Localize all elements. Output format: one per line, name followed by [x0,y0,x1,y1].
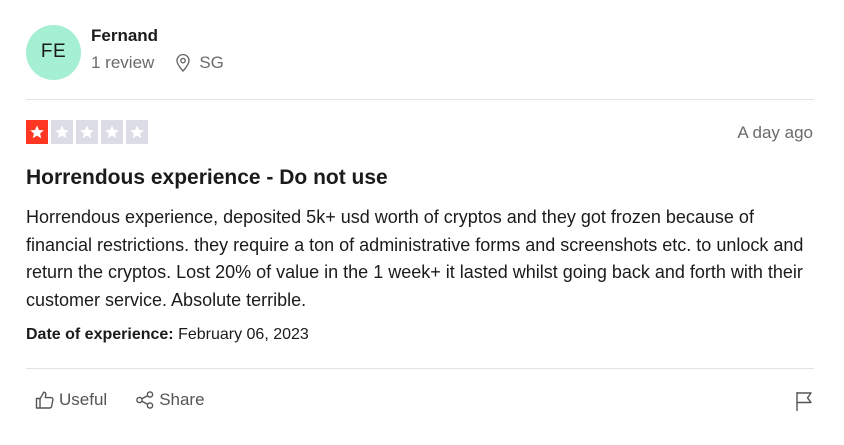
thumbs-up-icon [35,391,54,409]
star-icon [105,125,119,139]
share-button[interactable]: Share [135,390,205,410]
report-button[interactable] [794,390,814,417]
reviewer-meta: 1 review SG [91,53,224,73]
avatar-initials: FE [40,41,67,62]
star-icon [55,125,69,139]
star-filled [26,120,48,144]
star-empty [101,120,123,144]
review-date: A day ago [737,123,813,142]
star-empty [126,120,148,144]
star-icon [130,125,144,139]
flag-icon [796,392,812,411]
date-of-experience-value: February 06, 2023 [178,326,309,343]
share-label: Share [159,390,205,409]
avatar[interactable]: FE [26,24,81,80]
reviewer-location: SG [199,53,224,72]
date-of-experience: Date of experience: February 06, 2023 [26,326,309,344]
reviewer-name[interactable]: Fernand [91,26,224,46]
map-pin-icon [175,54,191,72]
review-count: 1 review [91,53,155,72]
useful-button[interactable]: Useful [35,390,107,410]
reviewer-info: Fernand 1 review SG [91,26,224,73]
star-rating [26,120,148,144]
reviewer-header: FE Fernand 1 review SG [26,24,224,80]
review-card: FE Fernand 1 review SG A day ago Horrend… [0,0,844,445]
review-title[interactable]: Horrendous experience - Do not use [26,166,388,190]
review-body: Horrendous experience, deposited 5k+ usd… [26,207,804,310]
share-icon [136,391,154,409]
divider [26,99,814,100]
date-of-experience-label: Date of experience: [26,326,174,343]
star-icon [80,125,94,139]
star-icon [30,125,44,139]
star-empty [76,120,98,144]
divider [26,368,814,369]
review-actions: Useful Share [35,390,205,410]
useful-label: Useful [59,390,108,409]
star-empty [51,120,73,144]
